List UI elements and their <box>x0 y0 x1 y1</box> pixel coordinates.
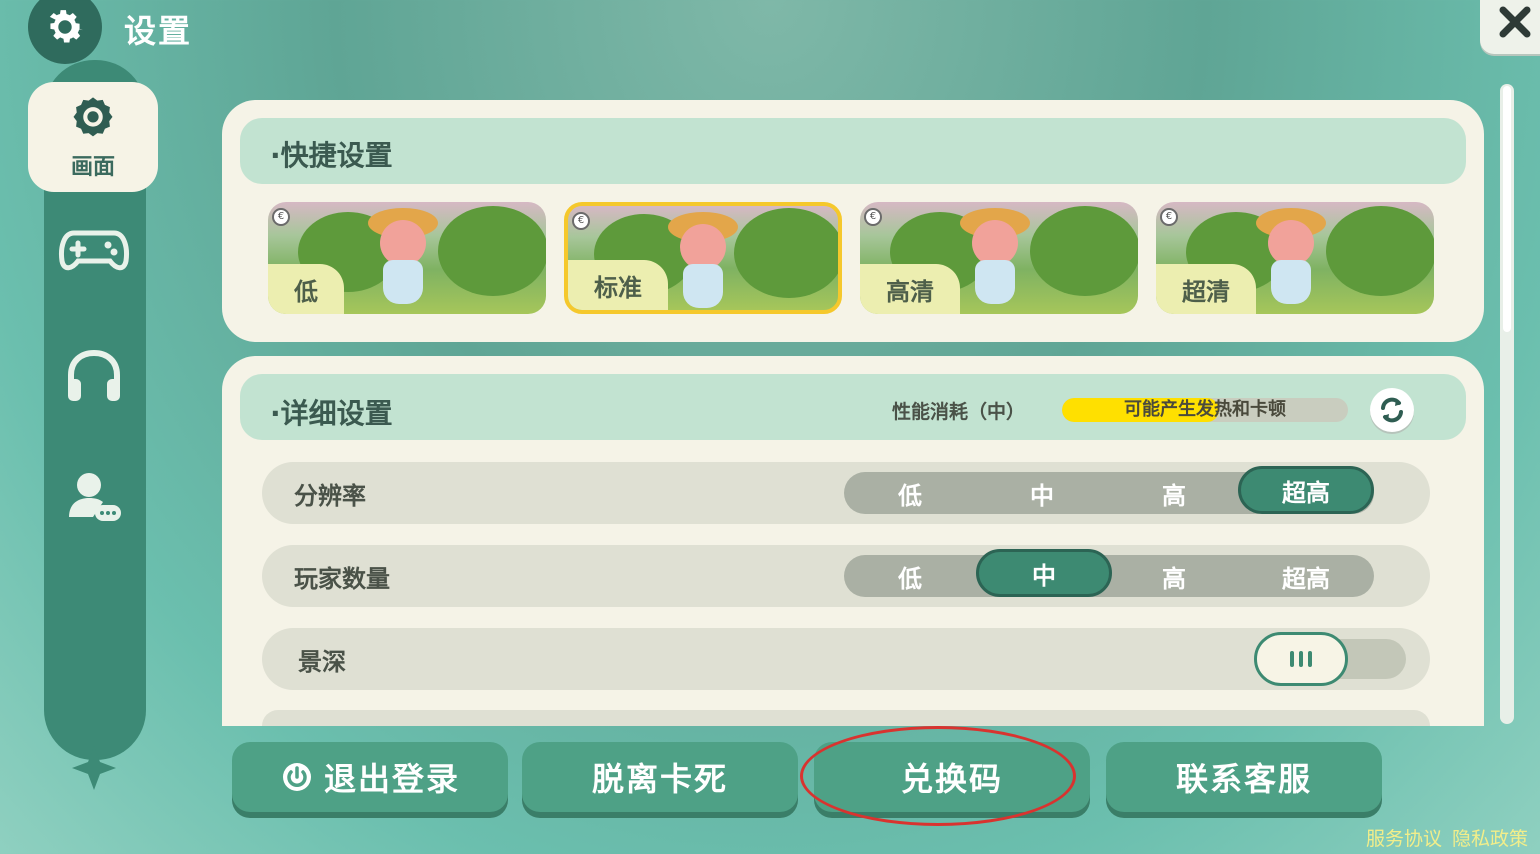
reset-button[interactable] <box>1370 388 1414 432</box>
resolution-option-ultra[interactable]: 超高 <box>1238 466 1374 514</box>
quick-settings-header: ·快捷设置 <box>240 118 1466 184</box>
sidebar-item-social[interactable] <box>58 460 130 532</box>
coin-icon: € <box>864 208 882 226</box>
setting-label: 景深 <box>298 648 346 676</box>
settings-gear-badge <box>28 0 102 64</box>
resolution-selector: 低 中 高 超高 <box>844 466 1374 514</box>
sidebar-item-label: 画面 <box>70 155 115 180</box>
performance-label: 性能消耗（中） <box>892 401 1026 423</box>
character-dress <box>975 260 1015 304</box>
bush-decoration <box>1030 206 1138 296</box>
logout-button[interactable]: 退出登录 <box>232 742 508 812</box>
preset-label: 高清 <box>860 264 960 314</box>
setting-row-player-count: 玩家数量 低 中 高 超高 <box>262 545 1430 607</box>
player-count-option-low[interactable]: 低 <box>844 555 976 597</box>
character-dress <box>383 260 423 304</box>
close-button[interactable] <box>1480 0 1540 54</box>
resolution-option-medium[interactable]: 中 <box>976 472 1108 514</box>
logout-label: 退出登录 <box>323 760 460 798</box>
performance-warning: 可能产生发热和卡顿 <box>1124 399 1286 420</box>
detail-settings-title: ·详细设置 <box>270 397 393 430</box>
privacy-link[interactable]: 隐私政策 <box>1452 824 1528 851</box>
preset-label: 标准 <box>568 260 668 310</box>
player-count-option-medium[interactable]: 中 <box>976 549 1112 597</box>
setting-label: 分辨率 <box>294 482 366 510</box>
player-count-option-high[interactable]: 高 <box>1108 555 1240 597</box>
setting-row-resolution: 分辨率 低 中 高 超高 <box>262 462 1430 524</box>
player-count-option-ultra[interactable]: 超高 <box>1240 555 1372 597</box>
character-dress <box>1271 260 1311 304</box>
preset-label: 低 <box>268 264 344 314</box>
depth-of-field-toggle[interactable] <box>1254 632 1348 686</box>
refresh-icon <box>1381 397 1403 423</box>
user-chat-icon <box>69 473 121 521</box>
coin-icon: € <box>1160 208 1178 226</box>
display-icon <box>73 97 113 137</box>
close-icon <box>1499 6 1531 38</box>
preset-label: 超清 <box>1156 264 1256 314</box>
character-dress <box>683 264 723 308</box>
scrollbar-thumb[interactable] <box>1503 86 1511 332</box>
resolution-option-low[interactable]: 低 <box>844 472 976 514</box>
headphones-icon <box>68 349 120 401</box>
contact-support-label: 联系客服 <box>1175 760 1312 798</box>
sidebar-ornament-icon <box>72 746 116 790</box>
sidebar-item-display[interactable]: 画面 <box>28 82 158 192</box>
bush-decoration <box>1326 206 1434 296</box>
quick-settings-title: ·快捷设置 <box>270 139 393 172</box>
power-icon <box>282 763 311 791</box>
terms-link[interactable]: 服务协议 <box>1366 824 1442 851</box>
player-count-selector: 低 中 高 超高 <box>844 549 1374 597</box>
preset-high[interactable]: € 高清 <box>860 202 1138 314</box>
unstuck-label: 脱离卡死 <box>591 760 728 798</box>
unstuck-button[interactable]: 脱离卡死 <box>522 742 798 812</box>
setting-row-partial <box>262 710 1430 726</box>
bush-decoration <box>438 206 546 296</box>
resolution-option-high[interactable]: 高 <box>1108 472 1240 514</box>
coin-icon: € <box>272 208 290 226</box>
page-title: 设置 <box>124 12 193 50</box>
bush-decoration <box>734 208 838 298</box>
sidebar-item-controls[interactable] <box>58 214 130 286</box>
setting-label: 玩家数量 <box>294 565 390 593</box>
gamepad-icon <box>59 230 129 271</box>
preset-standard[interactable]: € 标准 <box>564 202 842 314</box>
coin-icon: € <box>572 212 590 230</box>
contact-support-button[interactable]: 联系客服 <box>1106 742 1382 812</box>
gear-icon <box>49 10 84 43</box>
preset-low[interactable]: € 低 <box>268 202 546 314</box>
highlight-ring <box>800 726 1076 826</box>
setting-row-depth-of-field: 景深 <box>262 628 1430 690</box>
preset-ultra[interactable]: € 超清 <box>1156 202 1434 314</box>
sidebar-item-audio[interactable] <box>58 340 130 412</box>
